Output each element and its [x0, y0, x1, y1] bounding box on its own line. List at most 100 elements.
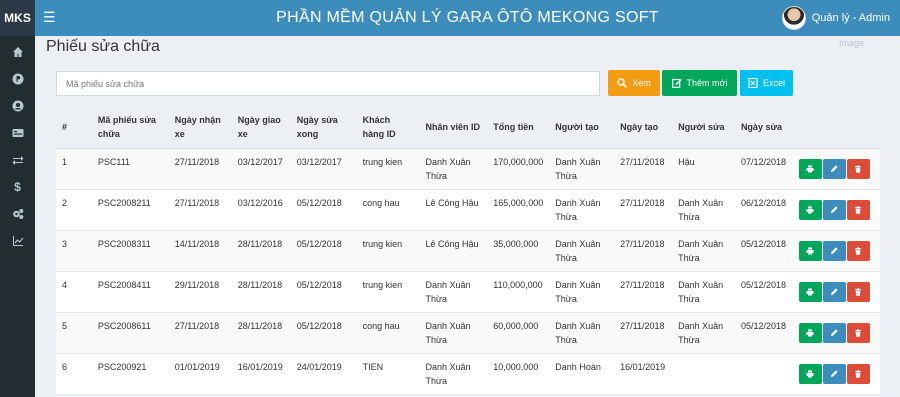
cell-customer-id: trung kien: [356, 270, 420, 312]
pencil-icon: [831, 205, 839, 213]
delete-button[interactable]: [846, 240, 870, 261]
cell-created-by: Danh Xuân Thừa: [549, 270, 615, 312]
cell-created-date: 27/11/2018: [614, 229, 673, 271]
cell-row-index: 1: [56, 147, 92, 189]
print-icon: [806, 247, 814, 254]
print-button[interactable]: [798, 240, 822, 261]
cell-repaired-date: 05/12/2018: [290, 270, 357, 312]
edit-button[interactable]: [822, 322, 846, 343]
cell-delivery-date: 28/11/2018: [231, 229, 291, 271]
table-row[interactable]: 1 PSC111 27/11/2018 03/12/2017 03/12/2017 tru…: [56, 147, 880, 189]
row-actions: [792, 188, 880, 230]
excel-button[interactable]: Excel: [740, 70, 793, 96]
cell-delivery-date: 28/11/2018: [231, 311, 291, 353]
search-input[interactable]: [56, 71, 600, 96]
cell-modified-date: 06/12/2018: [734, 188, 793, 230]
cell-delivery-date: 03/12/2016: [231, 188, 291, 230]
row-actions: [792, 311, 880, 353]
cell-created-date: 27/11/2018: [614, 188, 673, 230]
cell-created-by: Danh Hoàn: [549, 352, 615, 394]
row-actions: [792, 229, 880, 271]
cell-repaired-date: 05/12/2018: [290, 229, 357, 271]
cell-created-date: 27/11/2018: [614, 270, 673, 312]
print-icon: [806, 206, 814, 213]
cell-row-index: 4: [56, 270, 92, 312]
cell-employee-id: Lê Công Hậu: [419, 188, 488, 230]
image-label: Image: [838, 38, 864, 48]
cell-created-by: Danh Xuân Thừa: [549, 147, 615, 189]
column-header[interactable]: Mã phiếu sửa chữa: [91, 106, 169, 149]
column-header[interactable]: Nhân viên ID: [419, 106, 488, 149]
cell-total-amount: 10,000,000: [487, 352, 550, 394]
delete-button[interactable]: [846, 281, 870, 302]
table-row[interactable]: 2 PSC2008211 27/11/2018 03/12/2016 05/12/201…: [56, 188, 880, 230]
cell-modified-by: Danh Xuân Thừa: [672, 311, 735, 353]
sidebar-item-exchange[interactable]: [0, 146, 35, 173]
column-header[interactable]: Ngày sửa xong: [290, 106, 357, 149]
cell-repaired-date: 05/12/2018: [290, 188, 357, 230]
sidebar-item-home[interactable]: [0, 38, 35, 65]
brand-logo[interactable]: MKS: [0, 0, 35, 36]
edit-button[interactable]: [822, 281, 846, 302]
cell-received-date: 27/11/2018: [168, 147, 232, 189]
cell-modified-date: 05/12/2018: [734, 311, 793, 353]
user-avatar[interactable]: [781, 6, 806, 30]
cogs-icon: [12, 208, 23, 219]
user-label[interactable]: Quản lý - Admin: [812, 12, 890, 24]
table-row[interactable]: 4 PSC2008411 29/11/2018 28/11/2018 05/12/201…: [56, 270, 880, 312]
pencil-icon: [831, 246, 839, 254]
print-icon: [806, 165, 814, 172]
sidebar-item-dollar[interactable]: $: [0, 173, 35, 200]
parking-icon: [12, 73, 23, 84]
cell-total-amount: 60,000,000: [487, 311, 550, 353]
trash-icon: [855, 205, 862, 214]
column-header[interactable]: #: [56, 106, 92, 149]
cell-received-date: 27/11/2018: [168, 311, 232, 353]
delete-button[interactable]: [846, 363, 870, 384]
edit-button[interactable]: [822, 199, 846, 220]
edit-button[interactable]: [822, 158, 846, 179]
edit-button[interactable]: [822, 240, 846, 261]
add-new-button-label: Thêm mới: [686, 78, 728, 88]
column-header[interactable]: Ngày giao xe: [231, 106, 291, 149]
delete-button[interactable]: [846, 322, 870, 343]
print-icon: [806, 329, 814, 336]
column-header[interactable]: Người tạo: [549, 106, 615, 149]
sidebar-item-parking[interactable]: [0, 65, 35, 92]
cell-employee-id: Danh Xuân Thừa: [419, 147, 488, 189]
sidebar-item-report[interactable]: [0, 227, 35, 254]
cell-created-by: Danh Xuân Thừa: [549, 311, 615, 353]
sidebar-item-settings[interactable]: [0, 200, 35, 227]
print-button[interactable]: [798, 281, 822, 302]
cell-order-code: PSC2008411: [91, 270, 169, 312]
column-header[interactable]: Ngày tạo: [614, 106, 673, 149]
page-title: Phiếu sửa chữa: [46, 38, 160, 55]
table-row[interactable]: 5 PSC2008611 27/11/2018 28/11/2018 05/12/201…: [56, 311, 880, 353]
sidebar-item-card[interactable]: [0, 119, 35, 146]
edit-button[interactable]: [822, 363, 846, 384]
table-row[interactable]: 6 PSC200921 01/01/2019 16/01/2019 24/01/2019…: [56, 352, 880, 394]
column-header[interactable]: Khách hàng ID: [356, 106, 420, 149]
print-icon: [806, 370, 814, 377]
view-button[interactable]: Xem: [608, 70, 660, 96]
user-menu[interactable]: Quản lý - Admin: [781, 6, 890, 30]
delete-button[interactable]: [846, 158, 870, 179]
add-new-button[interactable]: Thêm mới: [662, 70, 737, 96]
top-navbar: ☰ PHẦN MỀM QUẢN LÝ GARA ÔTÔ MEKONG SOFT …: [35, 0, 900, 36]
print-button[interactable]: [798, 199, 822, 220]
sidebar-item-user[interactable]: [0, 92, 35, 119]
print-button[interactable]: [798, 158, 822, 179]
column-header[interactable]: Ngày nhận xe: [168, 106, 232, 149]
column-header[interactable]: Tổng tiền: [487, 106, 550, 149]
delete-button[interactable]: [846, 199, 870, 220]
view-button-label: Xem: [632, 78, 651, 88]
cell-modified-by: Danh Xuân Thừa: [672, 270, 735, 312]
print-button[interactable]: [798, 322, 822, 343]
column-header[interactable]: Ngày sửa: [734, 106, 793, 149]
print-button[interactable]: [798, 363, 822, 384]
row-actions: [792, 147, 880, 189]
table-row[interactable]: 3 PSC2008311 14/11/2018 28/11/2018 05/12/201…: [56, 229, 880, 271]
edit-square-icon: [671, 78, 682, 88]
column-header[interactable]: Người sửa: [672, 106, 735, 149]
trash-icon: [855, 287, 862, 296]
